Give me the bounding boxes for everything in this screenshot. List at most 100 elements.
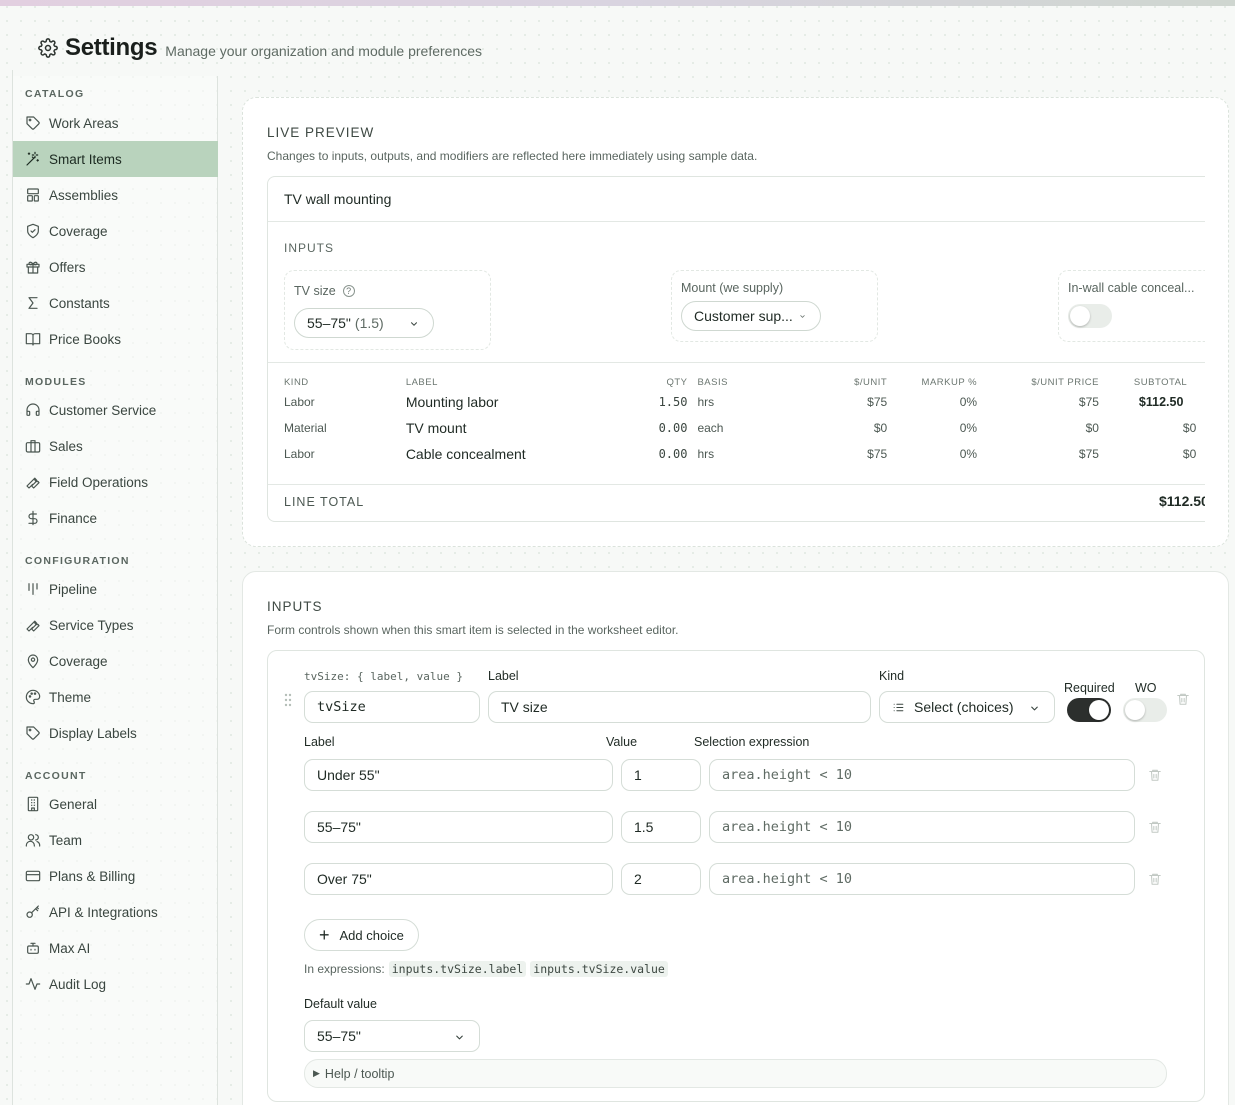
choice-value-field[interactable]: 2 bbox=[621, 863, 701, 895]
gear-icon bbox=[38, 38, 58, 58]
mount-selected-value: Customer sup... bbox=[694, 308, 793, 324]
chevron-down-icon bbox=[800, 315, 805, 318]
choice-expr-field[interactable]: area.height < 10 bbox=[709, 759, 1135, 791]
sidebar-item-label: Customer Service bbox=[49, 402, 157, 418]
default-selected-value: 55–75" bbox=[317, 1028, 361, 1044]
trash-icon[interactable] bbox=[1148, 871, 1162, 887]
kind-select[interactable]: Select (choices) bbox=[879, 691, 1055, 723]
tv-size-select[interactable]: 55–75" (1.5) bbox=[294, 308, 434, 338]
cell-label: TV mount bbox=[405, 420, 467, 436]
wrench-icon bbox=[26, 477, 40, 489]
sidebar-item-label: General bbox=[49, 796, 98, 812]
palette-icon bbox=[25, 689, 41, 705]
sidebar-item-assemblies[interactable]: Assemblies bbox=[13, 177, 218, 213]
magic-wand-icon bbox=[26, 151, 39, 166]
sidebar-item-service-types[interactable]: Service Types bbox=[13, 607, 218, 643]
preview-input-cable: In-wall cable conceal... bbox=[1058, 270, 1205, 342]
sidebar-item-max-ai[interactable]: Max AI bbox=[13, 930, 218, 966]
cell-unit-price: $75 bbox=[1078, 447, 1099, 461]
sidebar-item-general[interactable]: General bbox=[13, 786, 218, 822]
sidebar-item-customer-service[interactable]: Customer Service bbox=[13, 392, 218, 428]
expr-prefix: In expressions: bbox=[304, 962, 385, 976]
sidebar-item-offers[interactable]: Offers bbox=[13, 249, 218, 285]
mount-select[interactable]: Customer sup... bbox=[681, 301, 821, 331]
sidebar-item-label: Coverage bbox=[49, 653, 108, 669]
kind-selected-value: Select (choices) bbox=[914, 699, 1014, 715]
choice-label-field[interactable]: 55–75" bbox=[304, 811, 613, 843]
choice-value-field[interactable]: 1 bbox=[621, 759, 701, 791]
credit-card-icon bbox=[25, 870, 41, 882]
col-subtotal: SUBTOTAL bbox=[1133, 376, 1188, 388]
required-toggle[interactable] bbox=[1067, 698, 1111, 722]
bot-icon bbox=[27, 942, 39, 954]
col-markup: MARKUP % bbox=[921, 376, 978, 388]
sidebar-item-smart-items[interactable]: Smart Items bbox=[13, 141, 218, 177]
choice-expr-field[interactable]: area.height < 10 bbox=[709, 811, 1135, 843]
sidebar-item-api-integrations[interactable]: API & Integrations bbox=[13, 894, 218, 930]
preview-table: KIND LABEL QTY BASIS $/UNIT MARKUP % $/U… bbox=[268, 375, 1205, 467]
tag-icon bbox=[26, 726, 40, 740]
sidebar-item-work-areas[interactable]: Work Areas bbox=[13, 105, 218, 141]
add-choice-label: Add choice bbox=[339, 927, 404, 943]
shield-check-icon bbox=[27, 223, 39, 239]
sidebar-item-label: Pipeline bbox=[49, 581, 98, 597]
sidebar-item-display-labels[interactable]: Display Labels bbox=[13, 715, 218, 751]
help-tooltip-disclosure[interactable]: ▶ Help / tooltip bbox=[304, 1059, 1167, 1088]
sidebar-item-plans-billing[interactable]: Plans & Billing bbox=[13, 858, 218, 894]
section-title-configuration: CONFIGURATION bbox=[25, 555, 130, 567]
sidebar-item-sales[interactable]: Sales bbox=[13, 428, 218, 464]
cable-toggle[interactable] bbox=[1068, 304, 1112, 328]
sidebar-item-pipeline[interactable]: Pipeline bbox=[13, 571, 218, 607]
col-kind: KIND bbox=[283, 376, 309, 388]
line-total-value: $112.50 bbox=[1159, 493, 1205, 509]
sidebar-item-team[interactable]: Team bbox=[13, 822, 218, 858]
sidebar-item-finance[interactable]: Finance bbox=[13, 500, 218, 536]
sidebar-item-label: Work Areas bbox=[49, 115, 119, 131]
help-circle-icon[interactable]: ? bbox=[342, 285, 355, 297]
sidebar-item-label: Audit Log bbox=[49, 976, 107, 992]
trash-icon[interactable] bbox=[1148, 819, 1162, 835]
default-value-select[interactable]: 55–75" bbox=[304, 1020, 480, 1052]
section-title-modules: MODULES bbox=[25, 376, 87, 388]
trash-icon[interactable] bbox=[1148, 767, 1162, 783]
sidebar-item-price-books[interactable]: Price Books bbox=[13, 321, 218, 357]
input-key-field[interactable]: tvSize bbox=[304, 691, 480, 723]
line-total-label: LINE TOTAL bbox=[284, 495, 365, 509]
live-preview-title: LIVE PREVIEW bbox=[267, 125, 375, 140]
input-editor: tvSize: { label, value } Label Kind Requ… bbox=[267, 650, 1205, 1102]
add-choice-button[interactable]: + Add choice bbox=[304, 919, 419, 951]
sidebar-item-audit-log[interactable]: Audit Log bbox=[13, 966, 218, 1002]
input-label-field[interactable]: TV size bbox=[488, 691, 871, 723]
col-basis: BASIS bbox=[697, 376, 728, 388]
expr-ref-value: inputs.tvSize.value bbox=[530, 961, 668, 977]
choice-label-field[interactable]: Over 75" bbox=[304, 863, 613, 895]
cell-subtotal: $0 bbox=[1182, 421, 1197, 435]
drag-handle-icon[interactable] bbox=[284, 693, 292, 707]
layout-icon bbox=[27, 188, 39, 202]
table-header-row: KIND LABEL QTY BASIS $/UNIT MARKUP % $/U… bbox=[268, 375, 1205, 389]
trash-icon[interactable] bbox=[1176, 691, 1190, 707]
choice-value-field[interactable]: 1.5 bbox=[621, 811, 701, 843]
dollar-icon bbox=[28, 510, 38, 526]
sidebar-item-label: Price Books bbox=[49, 331, 122, 347]
sidebar-item-coverage-config[interactable]: Coverage bbox=[13, 643, 218, 679]
kanban-icon bbox=[28, 583, 38, 595]
sidebar-item-coverage[interactable]: Coverage bbox=[13, 213, 218, 249]
live-preview-card: LIVE PREVIEW Changes to inputs, outputs,… bbox=[242, 97, 1229, 547]
choice-label-field[interactable]: Under 55" bbox=[304, 759, 613, 791]
cell-markup: 0% bbox=[959, 447, 978, 461]
wrench-icon bbox=[26, 620, 40, 632]
cell-kind: Labor bbox=[283, 395, 315, 409]
divider bbox=[268, 362, 1205, 363]
sidebar-item-theme[interactable]: Theme bbox=[13, 679, 218, 715]
sidebar-item-label: Coverage bbox=[49, 223, 108, 239]
sidebar-item-constants[interactable]: Constants bbox=[13, 285, 218, 321]
book-open-icon bbox=[25, 333, 41, 346]
sidebar-item-label: Display Labels bbox=[49, 725, 137, 741]
sidebar-item-field-operations[interactable]: Field Operations bbox=[13, 464, 218, 500]
wo-toggle[interactable] bbox=[1123, 698, 1167, 722]
sidebar-item-label: Plans & Billing bbox=[49, 868, 136, 884]
cell-markup: 0% bbox=[959, 421, 978, 435]
choice-expr-field[interactable]: area.height < 10 bbox=[709, 863, 1135, 895]
cell-subtotal: $0 bbox=[1182, 447, 1197, 461]
